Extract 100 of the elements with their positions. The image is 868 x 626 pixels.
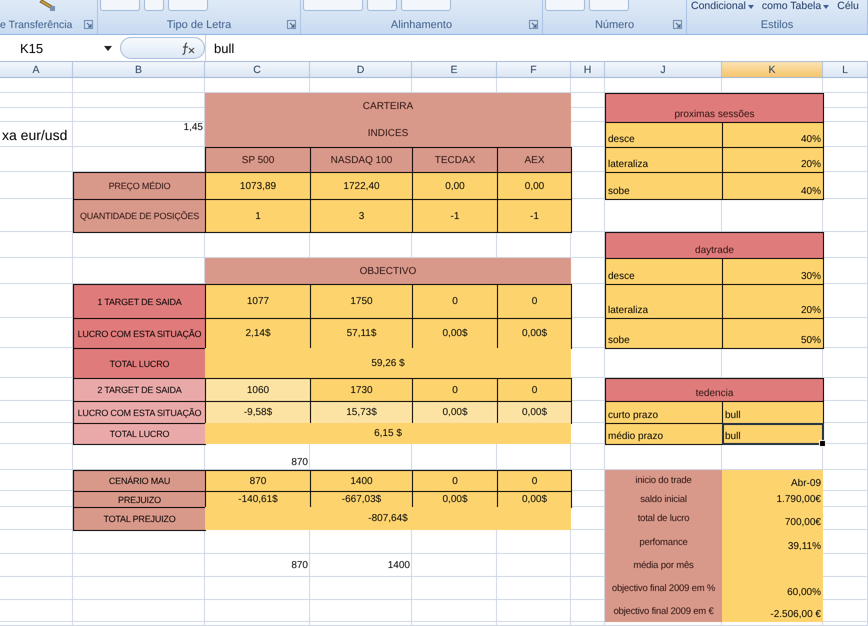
column-heading: TECDAX (412, 147, 498, 173)
row-label: QUANTIDADE DE POSIÇÕES (73, 199, 206, 233)
table-cell[interactable]: bull (722, 401, 824, 424)
dialog-launcher-icon[interactable] (529, 20, 538, 29)
toolbar-button[interactable] (144, 0, 164, 11)
table-cell: 60,00% (722, 577, 823, 600)
table-cell: -1 (497, 199, 572, 233)
table-cell: Abr-09 (722, 470, 823, 491)
row-label: 1 TARGET DE SAIDA (73, 284, 206, 319)
table-cell: 0,00$ (412, 491, 498, 508)
row-label: curto prazo (605, 401, 723, 424)
toolbar-button[interactable] (545, 0, 585, 11)
table-cell: 0 (412, 470, 498, 492)
column-header[interactable]: E (412, 62, 497, 77)
row-label: total de lucro (605, 507, 722, 530)
total-cell: 6,15 $ (205, 423, 571, 444)
toolbar-button[interactable] (100, 0, 140, 11)
row-label: lateraliza (605, 284, 723, 319)
table-cell: 15,73$ (310, 401, 413, 424)
brush-icon[interactable] (38, 0, 56, 12)
table-cell: 39,11% (722, 530, 823, 554)
table-title: tedencia (605, 378, 824, 402)
ribbon-group-label: e Transferência (0, 18, 72, 30)
table-cell: 1060 (205, 378, 311, 402)
toolbar-button[interactable] (401, 0, 451, 11)
column-heading: AEX (497, 147, 572, 173)
toolbar-button[interactable] (303, 0, 363, 11)
table-cell: 2,14$ (205, 318, 311, 349)
table-cell: 0 (412, 378, 498, 402)
column-header[interactable]: H (571, 62, 605, 77)
row-label: saldo inicial (605, 491, 722, 507)
caret-icon (823, 4, 830, 8)
ribbon-group-label: Estilos (760, 18, 794, 30)
row-label: desce (605, 122, 723, 148)
table-cell: 57,11$ (310, 318, 413, 349)
table-cell: -2.506,00 € (722, 600, 823, 622)
row-label: objectivo final 2009 em % (605, 577, 722, 600)
table-cell: 700,00€ (722, 507, 823, 530)
table-cell: 0,00 (412, 172, 498, 200)
row-label: inicio do trade (605, 470, 722, 491)
row-label: sobe (605, 172, 723, 200)
table-cell[interactable]: 50% (722, 318, 824, 349)
table-cell: -1 (412, 199, 498, 233)
table-cell-text: 870 (290, 559, 309, 573)
row-label: lateraliza (605, 147, 723, 173)
table-cell[interactable]: 20% (722, 284, 824, 319)
toolbar-button[interactable] (367, 0, 397, 11)
table-cell: 1722,40 (310, 172, 413, 200)
table-cell: 1400 (310, 470, 413, 492)
table-cell: 1.790,00€ (722, 491, 823, 507)
table-cell: -140,61$ (205, 491, 311, 508)
row-label: xa eur/usd (1, 126, 68, 144)
table-cell-text: 870 (290, 456, 309, 470)
toolbar-button[interactable] (589, 0, 629, 11)
table-cell: 3 (310, 199, 413, 233)
ribbon-group-label: Tipo de Letra (166, 18, 232, 30)
row-label: média por mês (605, 554, 722, 577)
function-button[interactable] (120, 37, 205, 59)
table-cell: -9,58$ (205, 401, 311, 424)
style-button[interactable]: Célu (835, 0, 861, 13)
column-header[interactable]: L (823, 62, 868, 77)
table-cell[interactable]: 20% (722, 147, 824, 173)
dialog-launcher-icon[interactable] (673, 20, 682, 29)
table-cell[interactable]: 40% (722, 122, 824, 148)
column-header[interactable]: C (205, 62, 310, 77)
column-header[interactable]: A (0, 62, 73, 77)
row-label: CENÁRIO MAU (73, 470, 206, 492)
name-box[interactable]: K15 (0, 38, 120, 58)
function-icon (180, 41, 196, 55)
column-header[interactable]: B (73, 62, 205, 77)
table-cell: 0 (497, 378, 572, 402)
table-title: daytrade (605, 232, 824, 259)
table-cell[interactable]: bull (722, 423, 824, 445)
table-cell[interactable]: 30% (722, 258, 824, 285)
dialog-launcher-icon[interactable] (84, 20, 93, 29)
formula-field[interactable]: bull (205, 35, 868, 61)
row-label: TOTAL PREJUIZO (73, 507, 206, 531)
row-label: PREÇO MÉDIO (73, 172, 206, 200)
table-cell[interactable]: 40% (722, 172, 824, 200)
caret-icon (748, 4, 754, 8)
table-cell: 870 (205, 470, 311, 492)
style-button[interactable]: Condicional (689, 0, 756, 13)
column-header[interactable]: F (497, 62, 571, 77)
column-heading: SP 500 (205, 147, 311, 173)
row-label: médio prazo (605, 423, 723, 445)
toolbar-button[interactable] (168, 0, 208, 11)
column-heading: NASDAQ 100 (310, 147, 413, 173)
style-button[interactable]: como Tabela (760, 0, 832, 13)
table-cell: 0 (412, 284, 498, 319)
column-header[interactable]: D (310, 62, 412, 77)
column-header[interactable]: K (722, 62, 823, 77)
dialog-launcher-icon[interactable] (287, 20, 296, 29)
table-cell: 1073,89 (205, 172, 311, 200)
row-label: LUCRO COM ESTA SITUAÇÃO (73, 401, 206, 424)
row-label: sobe (605, 318, 723, 349)
table-cell: 0 (497, 284, 572, 319)
table-cell-text: 1400 (386, 559, 411, 573)
fill-handle[interactable] (819, 440, 826, 447)
row-label: 2 TARGET DE SAIDA (73, 378, 206, 402)
row-label: TOTAL LUCRO (73, 348, 206, 379)
